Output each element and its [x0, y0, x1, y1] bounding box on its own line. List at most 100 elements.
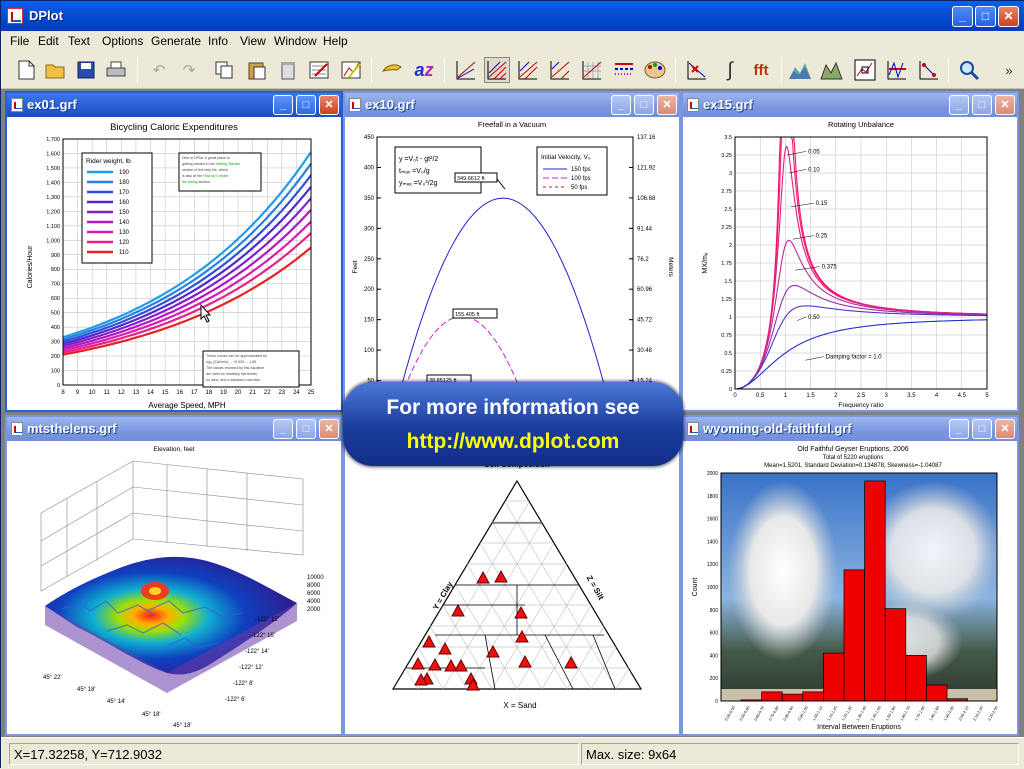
- window-maximize-button[interactable]: □: [972, 95, 992, 115]
- soil-data-point: [428, 657, 442, 671]
- menu-generate[interactable]: Generate: [151, 34, 201, 48]
- svg-text:-122° 14': -122° 14': [245, 649, 269, 655]
- ex10-series: [393, 197, 612, 410]
- zoom-icon[interactable]: [956, 57, 982, 83]
- redo-icon[interactable]: ↷: [176, 57, 202, 83]
- ex01-plot-area[interactable]: Bicycling Caloric Expenditures 8 9 10 11 12 1…: [7, 117, 341, 410]
- window-ex15[interactable]: ex15.grf _ □ ✕ Rotating Unbalance 0 0.5 1 1…: [681, 91, 1019, 412]
- copy-icon[interactable]: [211, 57, 237, 83]
- svg-text:45° 22': 45° 22': [43, 675, 62, 681]
- surface-icon[interactable]: [819, 57, 845, 83]
- window-maximize-button[interactable]: □: [296, 419, 316, 439]
- menu-text[interactable]: Text: [68, 34, 90, 48]
- ex10-annotation: 349.6612 ft: [457, 176, 485, 182]
- info-banner[interactable]: For more information see http://www.dplo…: [343, 382, 683, 466]
- menu-window[interactable]: Window: [274, 34, 317, 48]
- save-icon[interactable]: [73, 57, 99, 83]
- new-icon[interactable]: [13, 57, 39, 83]
- menu-view[interactable]: View: [240, 34, 266, 48]
- window-ex10[interactable]: ex10.grf _ □ ✕ Freefall in a Vacuum 5015…: [343, 91, 681, 412]
- window-maximize-button[interactable]: □: [972, 419, 992, 439]
- edit-data-icon[interactable]: [307, 57, 333, 83]
- menu-file[interactable]: File: [10, 34, 29, 48]
- app-icon[interactable]: [7, 8, 23, 24]
- edit-curve-icon[interactable]: [339, 57, 365, 83]
- wyoming-y-tick-label: 400: [710, 653, 719, 659]
- menu-help[interactable]: Help: [323, 34, 348, 48]
- menu-edit[interactable]: Edit: [38, 34, 59, 48]
- ex10-plot-area[interactable]: Freefall in a Vacuum 5015.2410030.481504…: [345, 117, 679, 410]
- fft-icon[interactable]: fft: [745, 57, 777, 83]
- window-wyoming-old-faithful[interactable]: wyoming-old-faithful.grf _ □ ✕ Old Faith…: [681, 415, 1019, 736]
- palette-icon[interactable]: [642, 57, 668, 83]
- line-styles-icon[interactable]: [611, 57, 637, 83]
- window-ex10-title-bar[interactable]: ex10.grf _ □ ✕: [345, 93, 679, 117]
- window-mtsthelens[interactable]: mtsthelens.grf _ □ ✕ Elevation, feet 100…: [5, 415, 343, 736]
- window-close-button[interactable]: ✕: [995, 95, 1015, 115]
- paste-icon[interactable]: [244, 57, 270, 83]
- window-close-button[interactable]: ✕: [657, 95, 677, 115]
- ex01-y-tick-label: 1,600: [46, 151, 60, 157]
- plot-settings-icon[interactable]: [884, 57, 910, 83]
- ex15-damping-label: Damping factor = 1.0: [826, 355, 883, 361]
- window-minimize-button[interactable]: _: [273, 419, 293, 439]
- window-mtsthelens-title-bar[interactable]: mtsthelens.grf _ □ ✕: [7, 417, 341, 441]
- window-maximize-button[interactable]: □: [296, 95, 316, 115]
- ex01-x-tick-label: 22: [264, 390, 271, 396]
- ex15-plot-area[interactable]: Rotating Unbalance 0 0.5 1 1.5 2 2.5 3 3.5 4 4.5 5…: [683, 117, 1017, 410]
- window-close-button[interactable]: ✕: [319, 419, 339, 439]
- axes-grid-icon[interactable]: [579, 57, 605, 83]
- minimize-button[interactable]: _: [952, 6, 973, 27]
- ex15-damping-labels: 0.05 0.10 0.15 0.25 0.375 0.50 Damping factor …: [786, 149, 883, 361]
- window-minimize-button[interactable]: _: [273, 95, 293, 115]
- menu-options[interactable]: Options: [102, 34, 143, 48]
- app-title-bar[interactable]: DPlot _ □ ✕: [1, 1, 1024, 31]
- hand-icon[interactable]: [379, 57, 405, 83]
- print-icon[interactable]: [103, 57, 129, 83]
- wyoming-y-tick-label: 800: [710, 608, 719, 614]
- banner-url-link[interactable]: http://www.dplot.com: [343, 430, 683, 454]
- wyoming-x-tick-label: 1.50-1.60: [885, 706, 896, 722]
- ex15-x-tick-label: 1.5: [806, 393, 815, 399]
- undo-icon[interactable]: ↶: [146, 57, 172, 83]
- zoom-box-icon[interactable]: [852, 57, 878, 83]
- window-ex01-title-bar[interactable]: ex01.grf _ □ ✕: [7, 93, 341, 117]
- axes-loglog-icon[interactable]: [547, 57, 573, 83]
- open-icon[interactable]: [43, 57, 69, 83]
- window-minimize-button[interactable]: _: [949, 419, 969, 439]
- wyoming-plot-area[interactable]: Old Faithful Geyser Eruptions, 2006 Tota…: [683, 441, 1017, 734]
- axes-loglin-icon[interactable]: [484, 57, 510, 83]
- window-minimize-button[interactable]: _: [611, 95, 631, 115]
- ex15-y-tick-label: 3.5: [724, 135, 732, 141]
- window-close-button[interactable]: ✕: [319, 95, 339, 115]
- menu-info[interactable]: Info: [208, 34, 228, 48]
- svg-text:6000: 6000: [307, 591, 321, 597]
- axes-linlog-icon[interactable]: [515, 57, 541, 83]
- window-maximize-button[interactable]: □: [634, 95, 654, 115]
- wyoming-x-ticks: 0.00-0.50 0.50-0.60 0.60-0.70 0.70-0.80 0.80…: [724, 706, 998, 722]
- window-ex15-title-bar[interactable]: ex15.grf _ □ ✕: [683, 93, 1017, 117]
- integrate-icon[interactable]: ∫: [717, 57, 743, 83]
- wyoming-x-tick-label: 0.50-0.60: [739, 706, 750, 722]
- window-minimize-button[interactable]: _: [949, 95, 969, 115]
- ex15-y-tick-label: 3.25: [721, 153, 732, 159]
- ex15-label-leader: [794, 266, 820, 271]
- axes-linear-icon[interactable]: [453, 57, 479, 83]
- maximize-button[interactable]: □: [975, 6, 996, 27]
- window-ex01[interactable]: ex01.grf _ □ ✕ Bicycling Caloric Expendi…: [5, 91, 343, 412]
- window-close-button[interactable]: ✕: [995, 419, 1015, 439]
- overflow-icon[interactable]: »: [1001, 57, 1017, 83]
- ex10-legend-label: 100 fps: [571, 176, 591, 182]
- contour-icon[interactable]: [787, 57, 813, 83]
- delete-icon[interactable]: [275, 57, 301, 83]
- scale-icon[interactable]: [916, 57, 942, 83]
- window-wyoming-title-bar[interactable]: wyoming-old-faithful.grf _ □ ✕: [683, 417, 1017, 441]
- ex10-y-tick-label: 100: [364, 348, 375, 354]
- ex15-damping-label: 0.375: [822, 265, 838, 271]
- close-button[interactable]: ✕: [998, 6, 1019, 27]
- ex01-legend-label: 170: [119, 190, 130, 196]
- mtsthelens-plot-area[interactable]: Elevation, feet 10000 8000 6000 4000 2000 45…: [7, 441, 341, 734]
- az-text-icon[interactable]: az: [411, 57, 437, 83]
- ex01-legend-label: 180: [119, 180, 130, 186]
- remove-point-icon[interactable]: [684, 57, 710, 83]
